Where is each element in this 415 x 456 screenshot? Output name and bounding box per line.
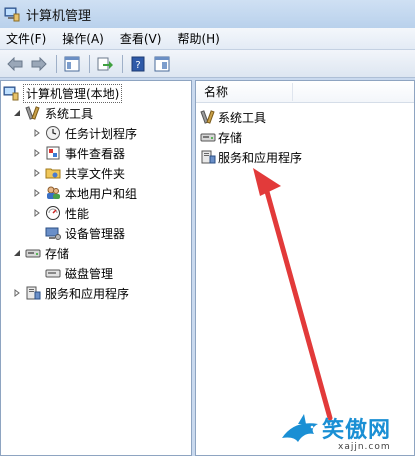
tree-item-label: 事件查看器 — [65, 146, 126, 161]
menu-bar: 文件(F) 操作(A) 查看(V) 帮助(H) — [0, 28, 415, 50]
disk-management-icon — [45, 265, 61, 281]
performance-icon — [45, 205, 61, 221]
tree-item-performance[interactable]: 性能 — [31, 203, 89, 223]
tree-item-label: 系统工具 — [45, 106, 94, 121]
tree-item-label: 存储 — [45, 246, 70, 261]
watermark-url: xajjn.com — [338, 442, 391, 452]
users-icon — [45, 185, 61, 201]
storage-icon — [200, 129, 216, 145]
list-item[interactable]: 服务和应用程序 — [200, 147, 302, 167]
menu-view[interactable]: 查看(V) — [120, 30, 162, 47]
clock-icon — [45, 125, 61, 141]
tree-item-shared-folders[interactable]: 共享文件夹 — [31, 163, 125, 183]
tree-item-label: 服务和应用程序 — [45, 286, 130, 301]
menu-action[interactable]: 操作(A) — [62, 30, 104, 47]
toolbar-separator — [122, 54, 123, 73]
help-button[interactable]: ? — [127, 53, 149, 75]
tree-item-disk-management[interactable]: 磁盘管理 — [45, 263, 113, 283]
collapse-triangle-icon[interactable] — [11, 107, 23, 119]
menu-file[interactable]: 文件(F) — [6, 30, 46, 47]
toolbar-separator — [56, 54, 57, 73]
expand-triangle-icon[interactable] — [31, 207, 43, 219]
tree-item-label: 共享文件夹 — [65, 166, 126, 181]
tree-item-label: 磁盘管理 — [65, 266, 114, 281]
export-icon — [97, 57, 113, 70]
properties-button[interactable] — [151, 53, 173, 75]
title-bar[interactable]: 计算机管理 — [0, 0, 415, 28]
tree-item-root[interactable]: 计算机管理(本地) — [3, 83, 123, 103]
watermark-text: 笑傲网 — [322, 418, 392, 443]
console-tree-pane[interactable]: 计算机管理(本地) 系统工具 任务计划程序 事件查看器 共享文件夹 本地用户和组… — [0, 80, 192, 456]
tools-icon — [25, 105, 41, 121]
expand-triangle-icon[interactable] — [31, 187, 43, 199]
watermark: 笑傲网 xajjn.com — [280, 410, 415, 456]
tree-item-event-viewer[interactable]: 事件查看器 — [31, 143, 125, 163]
tree-item-task-scheduler[interactable]: 任务计划程序 — [31, 123, 137, 143]
list-item[interactable]: 存储 — [200, 127, 242, 147]
back-arrow-icon — [7, 56, 23, 71]
expand-triangle-icon[interactable] — [31, 167, 43, 179]
shark-logo-icon — [282, 414, 318, 442]
column-divider[interactable] — [292, 83, 293, 101]
collapse-triangle-icon[interactable] — [11, 247, 23, 259]
column-header-label: 名称 — [204, 85, 229, 99]
event-viewer-icon — [45, 145, 61, 161]
list-item[interactable]: 系统工具 — [200, 107, 266, 127]
list-item-label: 系统工具 — [218, 110, 267, 125]
window-title: 计算机管理 — [26, 8, 92, 24]
tree-item-system-tools[interactable]: 系统工具 — [11, 103, 93, 123]
tree-item-label: 本地用户和组 — [65, 186, 138, 201]
results-pane[interactable]: 名称 系统工具 存储 服务和应用程序 — [195, 80, 415, 456]
expand-triangle-icon[interactable] — [31, 127, 43, 139]
column-header-name[interactable]: 名称 — [196, 81, 414, 103]
help-icon: ? — [131, 56, 145, 71]
tree-item-label: 计算机管理(本地) — [23, 83, 123, 103]
computer-management-icon — [3, 85, 19, 101]
console-tree-icon — [64, 56, 80, 71]
properties-icon — [154, 56, 170, 71]
toolbar-separator — [89, 54, 90, 73]
list-item-label: 存储 — [218, 130, 243, 145]
forward-arrow-icon — [31, 56, 47, 71]
toolbar: ? — [0, 50, 415, 78]
svg-text:?: ? — [135, 60, 140, 71]
tree-item-label: 性能 — [65, 206, 90, 221]
menu-help[interactable]: 帮助(H) — [177, 30, 219, 47]
computer-management-icon — [4, 6, 20, 22]
tree-item-local-users-groups[interactable]: 本地用户和组 — [31, 183, 137, 203]
tools-icon — [200, 109, 216, 125]
tree-item-services-applications[interactable]: 服务和应用程序 — [11, 283, 129, 303]
tree-item-label: 任务计划程序 — [65, 126, 138, 141]
services-icon — [25, 285, 41, 301]
storage-icon — [25, 245, 41, 261]
shared-folder-icon — [45, 165, 61, 181]
device-manager-icon — [45, 225, 61, 241]
back-button[interactable] — [4, 53, 26, 75]
services-icon — [200, 149, 216, 165]
show-hide-tree-button[interactable] — [61, 53, 83, 75]
expand-triangle-icon[interactable] — [31, 147, 43, 159]
tree-item-storage[interactable]: 存储 — [11, 243, 69, 263]
tree-item-label: 设备管理器 — [65, 226, 126, 241]
forward-button[interactable] — [28, 53, 50, 75]
tree-item-device-manager[interactable]: 设备管理器 — [45, 223, 125, 243]
list-item-label: 服务和应用程序 — [218, 150, 303, 165]
export-list-button[interactable] — [94, 53, 116, 75]
expand-triangle-icon[interactable] — [11, 287, 23, 299]
